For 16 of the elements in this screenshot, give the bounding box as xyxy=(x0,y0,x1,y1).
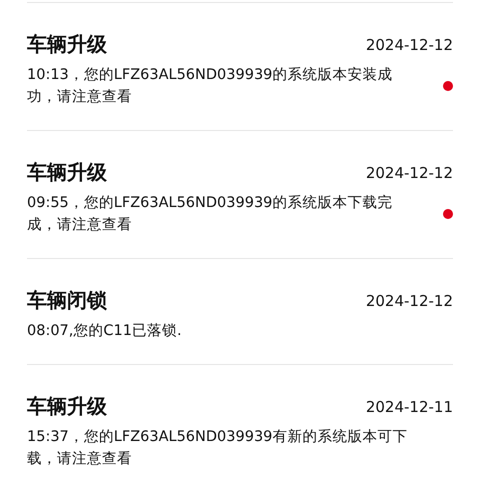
notification-message: 10:13，您的LFZ63AL56ND039939的系统版本安装成功，请注意查看 xyxy=(27,66,394,107)
notification-message: 08:07,您的C11已落锁. xyxy=(27,322,183,341)
notification-date: 2024-12-12 xyxy=(366,36,453,54)
notification-item[interactable]: 车辆闭锁 2024-12-12 08:07,您的C11已落锁. xyxy=(27,259,453,365)
notification-date: 2024-12-12 xyxy=(366,292,453,310)
notification-message: 15:37，您的LFZ63AL56ND039939有新的系统版本可下载，请注意查看 xyxy=(27,428,408,469)
notification-item[interactable]: 车辆升级 2024-12-12 10:13，您的LFZ63AL56ND039939的系统版本安装成功，请注意查看 xyxy=(27,3,453,131)
notification-title: 车辆闭锁 xyxy=(27,287,107,314)
notification-title: 车辆升级 xyxy=(27,31,107,58)
notification-date: 2024-12-11 xyxy=(366,398,453,416)
notification-title: 车辆升级 xyxy=(27,393,107,420)
notification-item[interactable]: 车辆升级 2024-12-12 09:55，您的LFZ63AL56ND039939的系统版本下载完成，请注意查看 xyxy=(27,131,453,259)
notification-date: 2024-12-12 xyxy=(366,164,453,182)
notification-item[interactable]: 车辆升级 2024-12-11 15:37，您的LFZ63AL56ND039939有新的系统版本可下载，请注意查看 xyxy=(27,365,453,490)
notification-message: 09:55，您的LFZ63AL56ND039939的系统版本下载完成，请注意查看 xyxy=(27,194,394,235)
notification-title: 车辆升级 xyxy=(27,159,107,186)
